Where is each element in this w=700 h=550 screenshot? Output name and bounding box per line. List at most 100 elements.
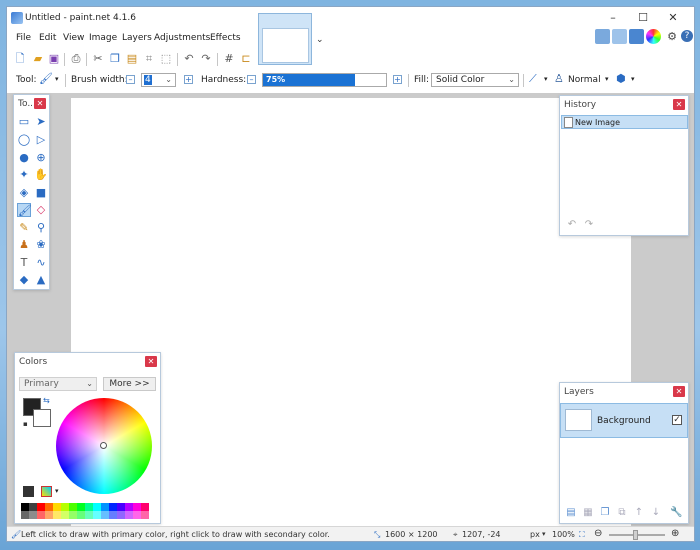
colors-window-icon[interactable] xyxy=(646,29,661,44)
ruler-icon[interactable]: ⊏ xyxy=(239,52,253,66)
menu-image[interactable]: Image xyxy=(89,33,117,43)
hardness-slider[interactable]: 75% xyxy=(262,73,387,87)
chevron-down-icon[interactable]: ⌄ xyxy=(165,75,172,84)
tools-panel-header[interactable]: To... ✕ xyxy=(14,95,49,112)
undo-icon[interactable]: ↶ xyxy=(566,219,578,231)
redo-icon[interactable]: ↷ xyxy=(199,52,213,66)
history-panel-header[interactable]: History ✕ xyxy=(560,96,688,113)
pan-tool-icon[interactable]: ✋ xyxy=(34,168,48,182)
delete-layer-icon[interactable]: ▦ xyxy=(582,507,594,519)
crop-icon[interactable]: ⌗ xyxy=(142,52,156,66)
palette-swatch[interactable] xyxy=(133,511,141,519)
palette-swatch[interactable] xyxy=(93,511,101,519)
zoom-out-icon[interactable]: ⊖ xyxy=(594,528,602,539)
menu-file[interactable]: File xyxy=(16,33,31,43)
maximize-button[interactable]: ☐ xyxy=(628,9,658,27)
palette-swatch[interactable] xyxy=(133,503,141,511)
palette-swatch[interactable] xyxy=(61,503,69,511)
move-layer-down-icon[interactable]: ↓ xyxy=(650,507,662,519)
unit-select[interactable]: px xyxy=(530,530,540,539)
chevron-down-icon[interactable]: ▾ xyxy=(544,75,548,83)
color-wheel-handle[interactable] xyxy=(100,442,107,449)
ellipse-select-tool-icon[interactable]: ● xyxy=(17,151,31,165)
more-colors-button[interactable]: More >> xyxy=(103,377,156,391)
print-icon[interactable]: ⎙ xyxy=(69,52,83,66)
palette-swatch[interactable] xyxy=(109,511,117,519)
palette-swatch[interactable] xyxy=(29,511,37,519)
palette-swatch[interactable] xyxy=(53,503,61,511)
close-icon[interactable]: ✕ xyxy=(34,98,46,109)
palette-swatch[interactable] xyxy=(117,503,125,511)
rectangle-select-tool-icon[interactable]: ▭ xyxy=(17,115,31,129)
palette-swatch[interactable] xyxy=(101,511,109,519)
shapes-tool-icon[interactable]: ◆ xyxy=(17,273,31,287)
palette-swatch[interactable] xyxy=(93,503,101,511)
add-layer-icon[interactable]: ▤ xyxy=(565,507,577,519)
chevron-down-icon[interactable]: ⌄ xyxy=(316,35,324,45)
chevron-down-icon[interactable]: ▾ xyxy=(631,75,635,83)
copy-icon[interactable]: ❐ xyxy=(108,52,122,66)
color-picker-tool-icon[interactable]: ⚲ xyxy=(34,221,48,235)
palette-swatch[interactable] xyxy=(125,503,133,511)
palette-swatch[interactable] xyxy=(141,511,149,519)
zoom-slider[interactable] xyxy=(609,530,665,540)
palette-swatch[interactable] xyxy=(125,511,133,519)
cut-icon[interactable]: ✂ xyxy=(91,52,105,66)
chevron-down-icon[interactable]: ▾ xyxy=(542,530,546,538)
close-icon[interactable]: ✕ xyxy=(673,99,685,110)
selection-mode-icon[interactable]: ⬢ xyxy=(616,72,626,85)
close-icon[interactable]: ✕ xyxy=(673,386,685,397)
text-tool-icon[interactable]: T xyxy=(17,256,31,270)
menu-adjustments[interactable]: Adjustments xyxy=(154,33,210,43)
palette-swatch[interactable] xyxy=(21,503,29,511)
zoom-tool-icon[interactable]: ⊕ xyxy=(34,151,48,165)
blend-mode-value[interactable]: Normal xyxy=(568,75,601,85)
close-icon[interactable]: ✕ xyxy=(145,356,157,367)
tools-window-icon[interactable] xyxy=(595,29,610,44)
merge-layer-down-icon[interactable]: ⧉ xyxy=(616,507,628,519)
menu-effects[interactable]: Effects xyxy=(210,33,241,43)
minimize-button[interactable]: – xyxy=(598,9,628,27)
palette-swatch[interactable] xyxy=(101,503,109,511)
line-curve-tool-icon[interactable]: ∿ xyxy=(34,256,48,270)
color-mode-select[interactable]: Primary ⌄ xyxy=(19,377,97,391)
save-icon[interactable]: ▣ xyxy=(47,52,61,66)
palette-swatch[interactable] xyxy=(29,503,37,511)
layers-panel-header[interactable]: Layers ✕ xyxy=(560,383,688,400)
increase-hardness-button[interactable]: + xyxy=(393,75,402,84)
gradient-tool-icon[interactable]: ■ xyxy=(34,186,48,200)
palette-swatch[interactable] xyxy=(37,511,45,519)
palette-swatch[interactable] xyxy=(69,511,77,519)
blend-mode-icon[interactable]: ♙ xyxy=(554,72,564,85)
undo-icon[interactable]: ↶ xyxy=(182,52,196,66)
reset-colors-icon[interactable]: ▪ xyxy=(23,420,28,428)
lasso-select-tool-icon[interactable]: ◯ xyxy=(17,133,31,147)
gear-icon[interactable]: ⚙ xyxy=(665,30,679,44)
eraser-tool-icon[interactable]: ◇ xyxy=(34,203,48,217)
palette-swatch[interactable] xyxy=(21,511,29,519)
menu-view[interactable]: View xyxy=(63,33,84,43)
deselect-icon[interactable]: ⬚ xyxy=(159,52,173,66)
layer-row[interactable]: Background ✓ xyxy=(560,403,688,438)
zoom-level[interactable]: 100% xyxy=(552,530,575,539)
zoom-in-icon[interactable]: ⊕ xyxy=(671,528,679,539)
palette-swatch[interactable] xyxy=(37,503,45,511)
open-folder-icon[interactable]: ▰ xyxy=(31,52,45,66)
layer-properties-icon[interactable]: 🔧 xyxy=(670,507,682,519)
move-selected-pixels-tool-icon[interactable]: ➤ xyxy=(34,115,48,129)
pencil-tool-icon[interactable]: ✎ xyxy=(17,221,31,235)
history-item[interactable]: New Image xyxy=(561,115,688,129)
color-wheel[interactable] xyxy=(56,398,152,494)
palette-swatch[interactable] xyxy=(45,511,53,519)
recolor-tool-icon[interactable]: ❀ xyxy=(34,238,48,252)
menu-edit[interactable]: Edit xyxy=(39,33,56,43)
colors-panel-header[interactable]: Colors ✕ xyxy=(15,353,160,370)
palette-menu-icon[interactable] xyxy=(41,486,52,497)
shapes-extra-icon[interactable]: ▲ xyxy=(34,273,48,287)
increase-brush-width-button[interactable]: + xyxy=(184,75,193,84)
decrease-hardness-button[interactable]: – xyxy=(247,75,256,84)
image-thumbnail-tab[interactable] xyxy=(258,13,312,65)
swap-colors-icon[interactable]: ⇆ xyxy=(43,396,50,405)
secondary-color-swatch[interactable] xyxy=(33,409,51,427)
chevron-down-icon[interactable]: ▾ xyxy=(55,75,59,83)
